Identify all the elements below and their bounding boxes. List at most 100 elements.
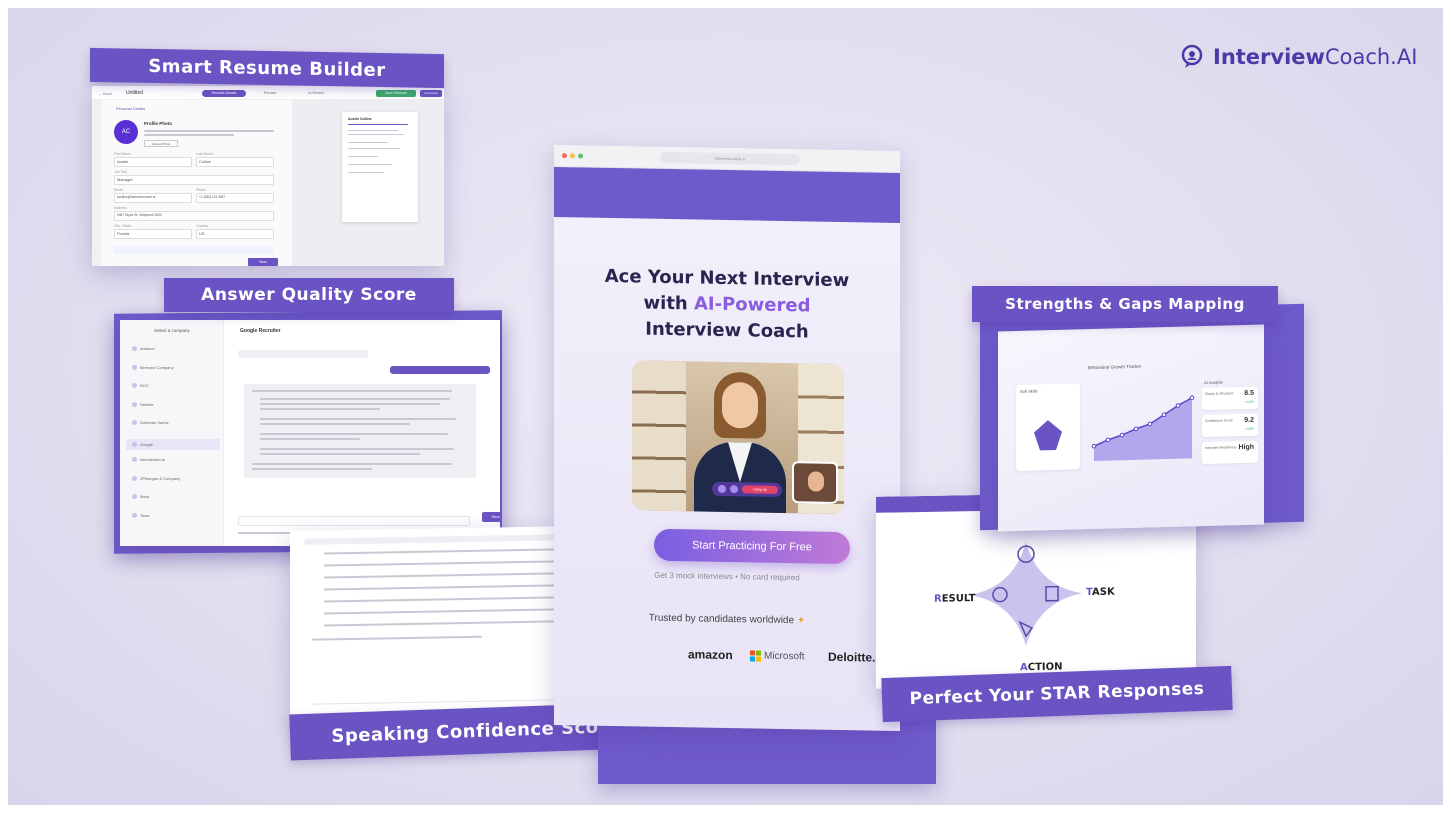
company-item[interactable]: Deloitte [132, 401, 154, 407]
company-name: Amazon [140, 346, 155, 351]
download-button[interactable]: Download [420, 90, 442, 97]
chat-input[interactable] [238, 516, 470, 526]
metric-name: Confidence Score [1205, 418, 1233, 424]
label-answer: Answer Quality Score [164, 278, 454, 312]
company-item[interactable]: Tesla [132, 512, 150, 518]
icon-rail [92, 100, 102, 266]
metric-value: 8.5 [1244, 389, 1254, 398]
next-button[interactable]: Next [248, 258, 278, 266]
radar-chart [1034, 420, 1062, 451]
metric-list: Clarity & Structure 8.5 +12% Confidence Sco… [1202, 386, 1258, 465]
strengths-panel: Behavioral Growth Tracker Soft Skills AI… [998, 324, 1264, 532]
company-item[interactable]: Interviewed.ai [132, 457, 165, 462]
company-item[interactable]: JPMorgan & Company [132, 475, 181, 481]
company-logo-icon [132, 475, 137, 481]
metric-value: High [1238, 443, 1254, 452]
growth-point [1175, 403, 1181, 408]
company-item[interactable]: Google [126, 438, 220, 450]
soft-skills-card: Soft Skills [1016, 383, 1080, 472]
hero-browser: interviewcoach.ai Ace Your Next Intervie… [554, 144, 900, 732]
spark-icon: ✦ [796, 615, 806, 627]
chat-header: Google Recruiter [240, 328, 281, 334]
company-name: Tesla [140, 512, 150, 518]
interviewer-face [722, 381, 758, 429]
microsoft-icon [750, 650, 761, 662]
bookshelf [632, 360, 686, 512]
upload-photo-button[interactable]: Upload Photo [144, 140, 178, 147]
mic-icon[interactable] [718, 484, 726, 493]
trusted-text: Trusted by candidates worldwide ✦ [648, 612, 806, 627]
company-item[interactable]: Amazon [132, 346, 155, 351]
metric-card: Confidence Score 9.2 +18% [1202, 413, 1258, 438]
answer-send-button[interactable]: Send [482, 512, 500, 522]
company-logo-icon [132, 457, 137, 462]
avatar: AC [114, 120, 138, 144]
brand-logo[interactable]: InterviewCoach.AI [1181, 44, 1417, 70]
company-logo-icon [132, 494, 137, 499]
tab-review[interactable]: AI Review [296, 90, 336, 97]
section-title: Personal Details [116, 106, 146, 111]
hero-title: Ace Your Next Interview with AI-Powered … [604, 265, 850, 343]
tab-details[interactable]: Resume Details [202, 90, 246, 97]
canvas: InterviewCoach.AI ← Back Untitled Resume… [8, 8, 1443, 805]
brand-microsoft: Microsoft [764, 650, 805, 663]
tab-preview[interactable]: Preview [250, 90, 290, 97]
growth-point [1133, 426, 1139, 432]
video-call: Hang up [632, 360, 844, 515]
end-call-button[interactable]: Hang up [742, 485, 778, 494]
metric-delta: +18% [1244, 426, 1254, 432]
save-resume-button[interactable]: Save Resume [376, 90, 416, 97]
growth-point [1091, 443, 1097, 449]
resume-panel: ← Back Untitled Resume Details Preview A… [92, 86, 444, 266]
growth-point [1119, 432, 1125, 438]
company-name: Bertrand Company [140, 364, 174, 370]
growth-point [1147, 421, 1153, 427]
star-result: RESULT [934, 593, 976, 605]
start-practicing-button[interactable]: Start Practicing For Free [654, 528, 850, 565]
metric-card: Clarity & Structure 8.5 +12% [1202, 386, 1258, 411]
address-bar[interactable]: interviewcoach.ai [660, 151, 800, 166]
growth-chart [1091, 395, 1195, 461]
job-title-field[interactable] [114, 175, 274, 185]
label-resume: Smart Resume Builder [90, 47, 444, 89]
company-item[interactable]: BCG [132, 383, 149, 388]
doc-title: Untitled [126, 90, 143, 96]
metric-name: Interview Readiness [1205, 445, 1237, 451]
company-name: Deloitte [140, 401, 154, 407]
company-name: Goldman Sachs [140, 420, 169, 425]
brand-name: InterviewCoach.AI [1213, 45, 1418, 69]
window-close-icon[interactable] [562, 153, 567, 159]
metric-card: Interview Readiness High [1202, 440, 1258, 465]
company-name: Google [140, 441, 153, 447]
company-logo-icon [132, 401, 137, 407]
company-logo-icon [132, 346, 137, 351]
brand-amazon: amazon [688, 647, 733, 663]
label-strengths: Strengths & Gaps Mapping [972, 286, 1278, 322]
company-name: Meta [140, 494, 149, 499]
window-max-icon[interactable] [578, 153, 583, 159]
resume-preview: Austin Collins [292, 100, 444, 266]
company-logo-icon [132, 420, 137, 425]
company-logo-icon [132, 441, 137, 447]
country-field[interactable] [196, 229, 274, 239]
window-min-icon[interactable] [570, 153, 575, 159]
cta-subtext: Get 3 mock interviews • No card required [654, 570, 800, 583]
growth-point [1189, 395, 1195, 401]
growth-point [1161, 412, 1167, 418]
metric-name: Clarity & Structure [1205, 391, 1234, 397]
star-task: TASK [1086, 586, 1115, 599]
company-item[interactable]: Meta [132, 494, 149, 499]
company-logo-icon [132, 383, 137, 388]
camera-icon[interactable] [730, 485, 738, 494]
growth-chart-title: Behavioral Growth Tracker [1088, 363, 1142, 371]
company-list: Amazon Bertrand Company BCG Deloitte Goldman… [120, 320, 224, 546]
chat-bubble-icon [1181, 44, 1203, 68]
photo-title: Profile Photo [144, 121, 172, 126]
company-name: JPMorgan & Company [140, 475, 181, 481]
company-item[interactable]: Goldman Sachs [132, 420, 168, 425]
company-item[interactable]: Bertrand Company [132, 364, 174, 370]
back-link[interactable]: ← Back [98, 91, 112, 96]
hero-banner [554, 166, 900, 224]
self-view [792, 461, 838, 504]
company-name: BCG [140, 383, 149, 388]
